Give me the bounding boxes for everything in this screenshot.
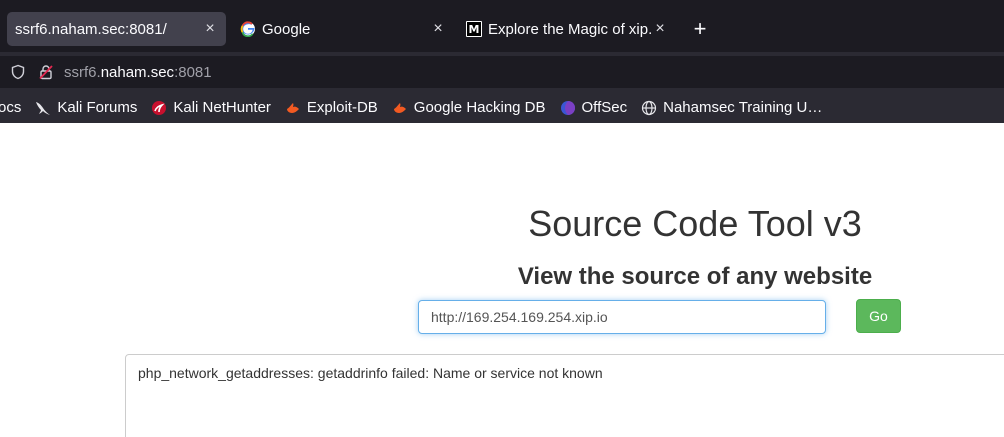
bookmark-kali-forums[interactable]: Kali Forums (35, 99, 137, 116)
close-icon[interactable]: × (430, 20, 446, 38)
web-page: Source Code Tool v3 View the source of a… (0, 123, 1004, 437)
bookmark-label: ocs (0, 99, 22, 116)
tab-title: Google (262, 20, 311, 38)
close-icon[interactable]: × (652, 20, 668, 38)
globe-icon (642, 100, 657, 115)
error-message: php_network_getaddresses: getaddrinfo fa… (138, 365, 603, 381)
url-port: :8081 (174, 63, 212, 81)
insecure-lock-icon[interactable] (38, 64, 54, 80)
bookmark-kali-nethunter[interactable]: Kali NetHunter (151, 99, 271, 116)
bookmark-label: Kali NetHunter (173, 99, 271, 116)
svg-text:M: M (469, 23, 480, 36)
bookmark-label: Google Hacking DB (413, 99, 546, 116)
page-title: Source Code Tool v3 (528, 203, 862, 244)
url-host: naham.sec (100, 63, 175, 81)
bookmark-label: Exploit-DB (306, 99, 378, 116)
nethunter-icon (152, 100, 167, 115)
bookmarks-toolbar: ocs Kali Forums Kali NetHunter Exploit-D… (0, 92, 1004, 123)
bookmark-exploit-db[interactable]: Exploit-DB (285, 99, 378, 116)
tab-google[interactable]: Google × (232, 12, 454, 46)
url-input[interactable] (418, 300, 826, 334)
tab-title: Explore the Magic of xip.io (488, 20, 652, 38)
bookmark-label: OffSec (581, 99, 628, 116)
medium-icon: M (466, 21, 482, 37)
exploit-db-icon (393, 102, 406, 113)
tab-title: ssrf6.naham.sec:8081/ (15, 20, 167, 38)
shield-icon[interactable] (10, 64, 26, 80)
source-output[interactable]: php_network_getaddresses: getaddrinfo fa… (125, 354, 1004, 437)
bookmark-offsec[interactable]: OffSec (560, 99, 628, 116)
bookmark-label: Kali Forums (57, 99, 138, 116)
exploit-db-icon (286, 102, 299, 113)
go-button[interactable]: Go (856, 299, 901, 333)
address-bar[interactable]: ssrf6.naham.sec:8081 (0, 56, 1004, 88)
bookmark-label: Nahamsec Training U… (663, 99, 823, 116)
bookmark-google-hacking-db[interactable]: Google Hacking DB (392, 99, 546, 116)
tab-strip: ssrf6.naham.sec:8081/ × Google × M Explo… (0, 0, 1004, 52)
tab-ssrf6[interactable]: ssrf6.naham.sec:8081/ × (7, 12, 226, 46)
new-tab-button[interactable]: + (690, 17, 710, 41)
navigation-bar: ssrf6.naham.sec:8081 (0, 52, 1004, 92)
url-text[interactable]: ssrf6.naham.sec:8081 (64, 64, 212, 81)
offsec-icon (560, 100, 575, 115)
url-prefix: ssrf6. (64, 63, 101, 81)
close-icon[interactable]: × (202, 20, 218, 38)
tab-xip-io[interactable]: M Explore the Magic of xip.io × (458, 12, 676, 46)
bookmark-docs[interactable]: ocs (0, 99, 21, 116)
page-subtitle: View the source of any website (517, 263, 873, 290)
kali-dragon-icon (36, 101, 51, 115)
bookmark-nahamsec-training[interactable]: Nahamsec Training U… (641, 99, 822, 116)
google-icon (240, 21, 255, 37)
